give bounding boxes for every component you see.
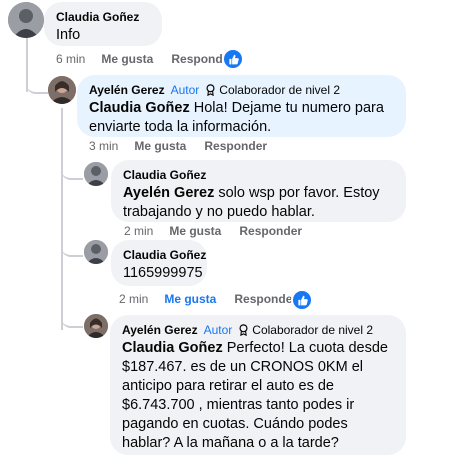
- contributor-badge-label: Colaborador de nivel 2: [252, 323, 374, 337]
- author-badge: Autor: [170, 83, 200, 97]
- comment-timestamp[interactable]: 6 min: [56, 52, 85, 66]
- comment-actions: 2 min Me gusta Responder: [124, 224, 302, 238]
- comment-text: Claudia Goñez Hola! Dejame tu numero par…: [89, 99, 394, 137]
- comment-text: 1165999975: [123, 265, 203, 281]
- comment-actions: 6 min Me gusta Responder: [56, 52, 234, 66]
- comment-bubble: Claudia Goñez Ayelén Gerez solo wsp por …: [111, 160, 406, 222]
- like-button[interactable]: Me gusta: [101, 52, 153, 66]
- comment-timestamp[interactable]: 2 min: [119, 292, 148, 306]
- comment-bubble: Claudia Goñez Info: [44, 2, 162, 46]
- comment-actions: 2 min Me gusta Responder: [119, 292, 297, 306]
- avatar[interactable]: [8, 2, 44, 38]
- thread-connector: [61, 304, 83, 328]
- author-badge: Autor: [203, 323, 233, 337]
- mention-link[interactable]: Ayelén Gerez: [123, 185, 214, 201]
- comment-text: Info: [56, 27, 81, 43]
- comment-bubble: Ayelén Gerez Autor Colaborador de nivel …: [77, 75, 406, 137]
- comment-actions: 3 min Me gusta Responder: [89, 139, 267, 153]
- comment-timestamp[interactable]: 2 min: [124, 224, 153, 238]
- avatar[interactable]: [84, 162, 108, 186]
- like-reaction-icon[interactable]: [291, 289, 313, 311]
- comment-author[interactable]: Claudia Goñez: [123, 167, 206, 183]
- award-ribbon-icon: [239, 324, 248, 336]
- like-reaction-icon[interactable]: [222, 48, 244, 70]
- reply-button[interactable]: Responder: [239, 224, 302, 238]
- comment-text: Ayelén Gerez solo wsp por favor. Estoy t…: [123, 184, 394, 222]
- comment-text: Claudia Goñez Perfecto! La cuota desde $…: [122, 339, 394, 453]
- comment-timestamp[interactable]: 3 min: [89, 139, 118, 153]
- avatar[interactable]: [84, 314, 108, 338]
- thread-connector: [26, 70, 48, 94]
- like-button[interactable]: Me gusta: [134, 139, 186, 153]
- avatar[interactable]: [48, 76, 76, 104]
- contributor-badge[interactable]: Colaborador de nivel 2: [205, 82, 340, 98]
- contributor-badge-label: Colaborador de nivel 2: [219, 83, 341, 97]
- comment-author[interactable]: Ayelén Gerez: [89, 82, 165, 98]
- comment-author[interactable]: Ayelén Gerez: [122, 322, 198, 338]
- thread-connector: [61, 156, 83, 180]
- avatar[interactable]: [84, 240, 108, 264]
- comment-bubble: Ayelén Gerez Autor Colaborador de nivel …: [110, 315, 406, 455]
- reply-button[interactable]: Responder: [204, 139, 267, 153]
- reply-button[interactable]: Responder: [234, 292, 297, 306]
- like-button[interactable]: Me gusta: [169, 224, 221, 238]
- thread-connector: [61, 233, 83, 257]
- comment-bubble: Claudia Goñez 1165999975: [111, 240, 207, 286]
- mention-link[interactable]: Claudia Goñez: [89, 100, 190, 116]
- contributor-badge[interactable]: Colaborador de nivel 2: [238, 322, 373, 338]
- comment-author[interactable]: Claudia Goñez: [123, 247, 206, 263]
- mention-link[interactable]: Claudia Goñez: [122, 340, 223, 356]
- comment-author[interactable]: Claudia Goñez: [56, 9, 139, 25]
- award-ribbon-icon: [206, 84, 215, 96]
- thread-line: [61, 108, 63, 330]
- comment-text-content: Perfecto! La cuota desde $187.467. es de…: [122, 340, 388, 451]
- like-button[interactable]: Me gusta: [164, 292, 216, 306]
